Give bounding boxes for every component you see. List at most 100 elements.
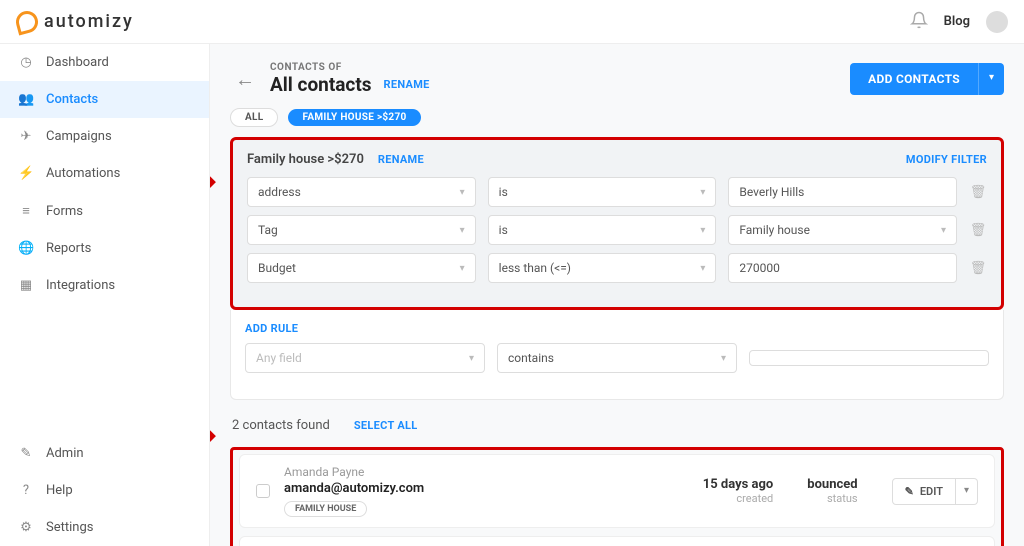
modify-filter-button[interactable]: MODIFY FILTER bbox=[906, 153, 987, 166]
filter-row: address▾ is▾ Beverly Hills 🗑 bbox=[247, 177, 987, 207]
sidebar-item-label: Settings bbox=[46, 520, 93, 535]
contacts-highlight: Amanda Payne amanda@automizy.com FAMILY … bbox=[230, 447, 1004, 546]
chevron-down-icon: ▾ bbox=[700, 263, 705, 274]
sidebar-item-automations[interactable]: ⚡ Automations bbox=[0, 155, 209, 192]
users-icon: 👥 bbox=[18, 92, 34, 107]
tab-segment[interactable]: FAMILY HOUSE >$270 bbox=[288, 109, 420, 126]
sidebar-item-label: Forms bbox=[46, 204, 83, 219]
avatar[interactable] bbox=[986, 11, 1008, 33]
filter-row: Budget▾ less than (<=)▾ 270000 🗑 bbox=[247, 253, 987, 283]
page-header: ← CONTACTS OF All contacts RENAME ADD CO… bbox=[230, 62, 1004, 96]
add-contacts-button[interactable]: ADD CONTACTS bbox=[850, 63, 978, 95]
segment-filter-panel: Family house >$270 RENAME MODIFY FILTER … bbox=[230, 137, 1004, 310]
chevron-down-icon: ▾ bbox=[941, 225, 946, 236]
blog-link[interactable]: Blog bbox=[944, 14, 970, 29]
logo[interactable]: automizy bbox=[16, 11, 134, 33]
results-header: 2 contacts found SELECT ALL bbox=[230, 418, 1004, 433]
topbar: automizy Blog bbox=[0, 0, 1024, 44]
chevron-down-icon: ▾ bbox=[460, 263, 465, 274]
sidebar-item-settings[interactable]: ⚙ Settings bbox=[0, 509, 209, 546]
gear-icon: ⚙ bbox=[18, 520, 34, 535]
filter-field-select[interactable]: Tag▾ bbox=[247, 215, 476, 245]
filter-operator-select[interactable]: is▾ bbox=[488, 177, 717, 207]
segment-tabs: ALL FAMILY HOUSE >$270 bbox=[230, 108, 1004, 127]
trash-icon[interactable]: 🗑 bbox=[969, 185, 987, 200]
trash-icon[interactable]: 🗑 bbox=[969, 261, 987, 276]
logo-mark-icon bbox=[14, 8, 41, 35]
edit-dropdown[interactable]: ▾ bbox=[956, 478, 978, 505]
trash-icon[interactable]: 🗑 bbox=[969, 223, 987, 238]
annotation-arrow-icon: ➔ bbox=[210, 424, 216, 449]
tag-chip: FAMILY HOUSE bbox=[284, 501, 367, 517]
sidebar-item-label: Help bbox=[46, 483, 73, 498]
sidebar-item-contacts[interactable]: 👥 Contacts bbox=[0, 81, 209, 118]
sidebar-item-label: Campaigns bbox=[46, 129, 112, 144]
chevron-down-icon: ▾ bbox=[721, 353, 726, 364]
filter-value-input[interactable]: Beverly Hills bbox=[728, 177, 957, 207]
created-label: created bbox=[703, 492, 774, 505]
sidebar-item-label: Admin bbox=[46, 446, 84, 461]
chevron-down-icon: ▾ bbox=[460, 187, 465, 198]
edit-button[interactable]: ✎EDIT bbox=[892, 478, 956, 505]
brand-text: automizy bbox=[44, 11, 134, 32]
filter-operator-select[interactable]: contains▾ bbox=[497, 343, 737, 373]
main-content: ➔ ➔ ← CONTACTS OF All contacts RENAME AD… bbox=[210, 44, 1024, 546]
list-icon: ≡ bbox=[18, 203, 34, 219]
gauge-icon: ◷ bbox=[18, 55, 34, 70]
back-button[interactable]: ← bbox=[230, 64, 260, 94]
sidebar-item-help[interactable]: ? Help bbox=[0, 472, 209, 509]
checkbox[interactable] bbox=[256, 484, 270, 498]
page-title: All contacts bbox=[270, 73, 372, 96]
annotation-arrow-icon: ➔ bbox=[210, 170, 216, 195]
filter-value-input[interactable]: 270000 bbox=[728, 253, 957, 283]
send-icon: ✈ bbox=[18, 129, 34, 144]
contact-name: Amanda Payne bbox=[284, 465, 584, 479]
bell-icon[interactable] bbox=[910, 11, 928, 33]
sidebar: ◷ Dashboard 👥 Contacts ✈ Campaigns ⚡ Automat… bbox=[0, 44, 210, 546]
sidebar-item-label: Dashboard bbox=[46, 55, 109, 70]
filter-operator-select[interactable]: less than (<=)▾ bbox=[488, 253, 717, 283]
sidebar-item-integrations[interactable]: ▦ Integrations bbox=[0, 267, 209, 304]
sidebar-item-label: Integrations bbox=[46, 278, 115, 293]
filter-field-select[interactable]: Any field▾ bbox=[245, 343, 485, 373]
filter-row: Tag▾ is▾ Family house▾ 🗑 bbox=[247, 215, 987, 245]
chevron-down-icon: ▾ bbox=[469, 353, 474, 364]
help-icon: ? bbox=[18, 483, 34, 498]
sidebar-item-dashboard[interactable]: ◷ Dashboard bbox=[0, 44, 209, 81]
filter-operator-select[interactable]: is▾ bbox=[488, 215, 717, 245]
select-all-button[interactable]: SELECT ALL bbox=[354, 419, 418, 432]
status-value: bounced bbox=[807, 477, 857, 492]
created-value: 15 days ago bbox=[703, 477, 774, 492]
pencil-icon: ✎ bbox=[905, 485, 914, 498]
sidebar-item-label: Reports bbox=[46, 241, 91, 256]
tab-all[interactable]: ALL bbox=[230, 108, 278, 127]
add-contacts-dropdown[interactable]: ▾ bbox=[978, 63, 1004, 95]
add-rule-button[interactable]: ADD RULE bbox=[245, 322, 989, 335]
filter-value-input[interactable] bbox=[749, 350, 989, 366]
header-eyebrow: CONTACTS OF bbox=[270, 62, 430, 73]
sidebar-item-campaigns[interactable]: ✈ Campaigns bbox=[0, 118, 209, 155]
rename-list-button[interactable]: RENAME bbox=[384, 78, 430, 91]
status-label: status bbox=[807, 492, 857, 505]
pencil-icon: ✎ bbox=[18, 446, 34, 461]
sidebar-item-forms[interactable]: ≡ Forms bbox=[0, 192, 209, 230]
grid-icon: ▦ bbox=[18, 278, 34, 293]
chevron-down-icon: ▾ bbox=[460, 225, 465, 236]
filter-value-select[interactable]: Family house▾ bbox=[728, 215, 957, 245]
bolt-icon: ⚡ bbox=[18, 166, 34, 181]
globe-icon: 🌐 bbox=[18, 241, 34, 256]
sidebar-item-reports[interactable]: 🌐 Reports bbox=[0, 230, 209, 267]
rename-segment-button[interactable]: RENAME bbox=[378, 153, 424, 166]
sidebar-item-label: Contacts bbox=[46, 92, 98, 107]
contact-row[interactable]: Ellen Page ellen@automizy.com FAMILY HOU… bbox=[239, 536, 995, 546]
contact-email: amanda@automizy.com bbox=[284, 481, 584, 496]
contact-row[interactable]: Amanda Payne amanda@automizy.com FAMILY … bbox=[239, 454, 995, 528]
add-rule-panel: ADD RULE Any field▾ contains▾ bbox=[230, 310, 1004, 400]
chevron-down-icon: ▾ bbox=[700, 187, 705, 198]
sidebar-item-label: Automations bbox=[46, 166, 120, 181]
filter-field-select[interactable]: address▾ bbox=[247, 177, 476, 207]
chevron-down-icon: ▾ bbox=[700, 225, 705, 236]
results-count: 2 contacts found bbox=[232, 418, 330, 433]
filter-field-select[interactable]: Budget▾ bbox=[247, 253, 476, 283]
sidebar-item-admin[interactable]: ✎ Admin bbox=[0, 435, 209, 472]
